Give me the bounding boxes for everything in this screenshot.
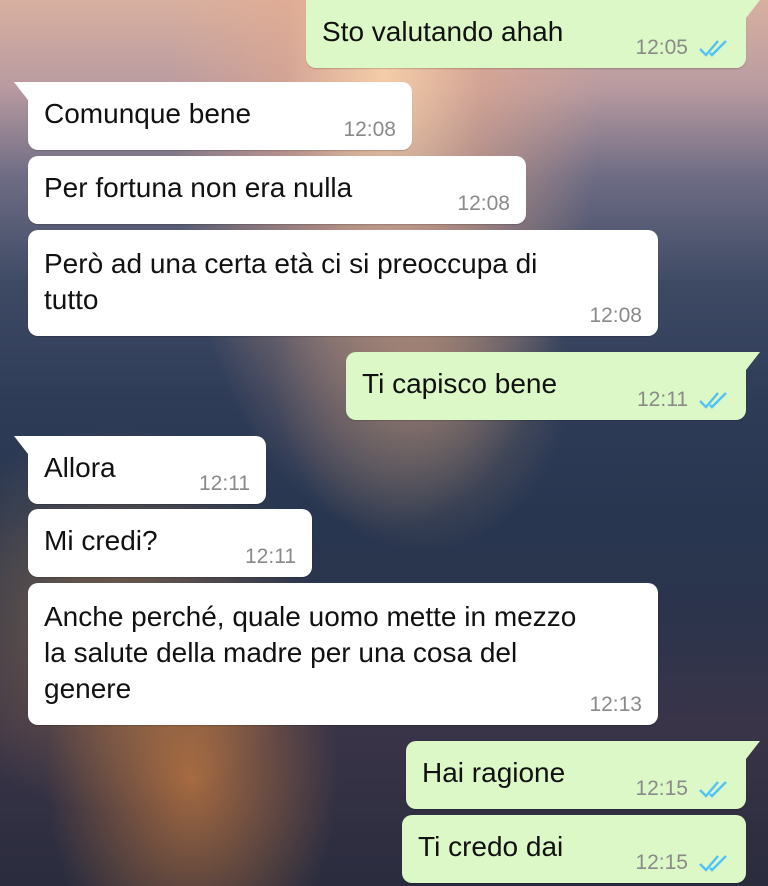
message-bubble-outgoing[interactable]: Hai ragione 12:15 — [406, 741, 760, 809]
bubble-tail — [14, 436, 28, 454]
message-bubble-incoming[interactable]: Però ad una certa età ci si preoccupa di… — [28, 230, 658, 336]
message-time: 12:08 — [457, 192, 510, 215]
message-bubble-outgoing[interactable]: Sto valutando ahah 12:05 — [306, 0, 760, 68]
message-time: 12:11 — [245, 545, 296, 568]
chat-background: Sto valutando ahah 12:05 Comunque bene 1… — [0, 0, 768, 886]
message-time: 12:11 — [199, 472, 250, 495]
message-time: 12:11 — [637, 388, 688, 411]
double-check-icon — [699, 855, 727, 872]
message-text: Però ad una certa età ci si preoccupa di… — [44, 248, 538, 315]
bubble-tail — [746, 741, 760, 759]
message-text: Per fortuna non era nulla — [44, 172, 353, 203]
message-bubble-incoming[interactable]: Anche perché, quale uomo mette in mezzo … — [28, 583, 658, 725]
double-check-icon — [699, 392, 727, 409]
message-bubble-outgoing[interactable]: Ti credo dai 12:15 — [402, 815, 746, 883]
double-check-icon — [699, 781, 727, 798]
message-bubble-incoming[interactable]: Mi credi? 12:11 — [28, 509, 312, 577]
message-bubble-incoming[interactable]: Per fortuna non era nulla 12:08 — [28, 156, 526, 224]
bubble-tail — [746, 352, 760, 370]
message-time: 12:08 — [589, 304, 642, 327]
message-time: 12:13 — [589, 693, 642, 716]
message-bubble-incoming[interactable]: Allora 12:11 — [14, 436, 266, 504]
bubble-tail — [14, 82, 28, 100]
message-time: 12:05 — [635, 36, 688, 59]
message-bubble-outgoing[interactable]: Ti capisco bene 12:11 — [346, 352, 760, 420]
message-bubble-incoming[interactable]: Comunque bene 12:08 — [14, 82, 412, 150]
message-text: Anche perché, quale uomo mette in mezzo … — [44, 601, 577, 704]
bubble-tail — [746, 0, 760, 18]
message-time: 12:15 — [635, 851, 688, 874]
message-time: 12:15 — [635, 777, 688, 800]
double-check-icon — [699, 40, 727, 57]
message-time: 12:08 — [343, 118, 396, 141]
